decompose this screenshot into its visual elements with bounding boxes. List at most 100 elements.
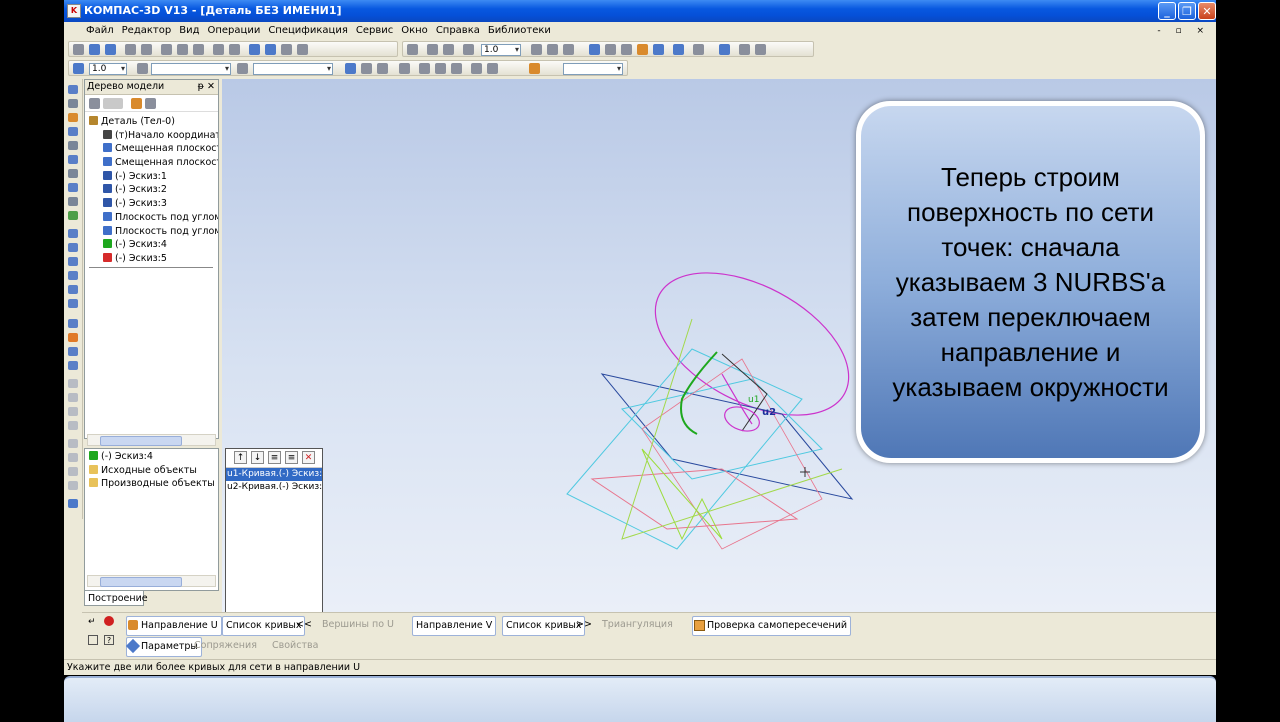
manager-icon[interactable] xyxy=(249,44,260,55)
patch-icon[interactable] xyxy=(68,347,78,356)
rotate-icon[interactable] xyxy=(547,44,558,55)
layer-field[interactable] xyxy=(253,63,333,75)
help-pointer-icon[interactable] xyxy=(297,44,308,55)
sheet-icon[interactable] xyxy=(68,467,78,476)
join-icon[interactable] xyxy=(68,453,78,462)
grid-icon[interactable] xyxy=(399,63,410,74)
tree-item[interactable]: Плоскость под углом xyxy=(85,211,218,225)
hidden-lines-icon[interactable] xyxy=(605,44,616,55)
ruled-icon[interactable] xyxy=(68,439,78,448)
sketch-objects-scroll-thumb[interactable] xyxy=(100,577,182,587)
tree-item[interactable]: (-) Эскиз:2 xyxy=(85,183,218,197)
list-alt-button[interactable]: ≡ xyxy=(285,451,298,464)
paste-icon[interactable] xyxy=(193,44,204,55)
self-intersection-check[interactable]: Проверка самопересечений xyxy=(692,616,852,636)
tree-item[interactable]: Смещенная плоскость xyxy=(85,156,218,170)
perspective-icon[interactable] xyxy=(673,44,684,55)
surface-network-active-icon[interactable] xyxy=(68,333,78,342)
library-icon[interactable] xyxy=(265,44,276,55)
snap-grid-icon[interactable] xyxy=(73,63,84,74)
mates-tab[interactable]: Сопряжения xyxy=(194,637,257,655)
line-icon[interactable] xyxy=(68,99,78,108)
tree-order-icon[interactable] xyxy=(145,98,156,109)
measure-icon[interactable] xyxy=(719,44,730,55)
more-tools-icon[interactable] xyxy=(68,499,78,508)
stitch-icon[interactable] xyxy=(68,361,78,370)
curve-list-v-tab[interactable]: Список кривых xyxy=(502,616,586,636)
variables-icon[interactable] xyxy=(281,44,292,55)
menu-help[interactable]: Справка xyxy=(432,22,484,40)
arc-icon[interactable] xyxy=(68,197,78,206)
open-document-icon[interactable] xyxy=(89,44,100,55)
zoom-in-icon[interactable] xyxy=(427,44,438,55)
list-icon-button[interactable]: ≡ xyxy=(268,451,281,464)
edit-icon[interactable] xyxy=(68,113,78,122)
menu-specification[interactable]: Спецификация xyxy=(264,22,352,40)
model-tree-pin-icon[interactable]: ᵽ xyxy=(198,80,204,94)
point-icon[interactable] xyxy=(68,85,78,94)
triangulation-tab[interactable]: Триангуляция xyxy=(602,616,673,634)
filter-icon[interactable] xyxy=(693,44,704,55)
close-button[interactable]: ✕ xyxy=(1198,2,1216,20)
tree-item[interactable]: Плоскость под углом xyxy=(85,225,218,239)
align-icon[interactable] xyxy=(471,63,482,74)
restore-icon[interactable] xyxy=(68,421,78,430)
mode-field[interactable] xyxy=(563,63,623,75)
coordinates-field[interactable] xyxy=(151,63,231,75)
menu-view[interactable]: Вид xyxy=(175,22,203,40)
panel-pin-icon[interactable] xyxy=(88,635,98,645)
section-icon[interactable] xyxy=(739,44,750,55)
extend-icon[interactable] xyxy=(68,393,78,402)
helix-icon[interactable] xyxy=(68,155,78,164)
minimize-button[interactable]: _ xyxy=(1158,2,1176,20)
expand-v-button[interactable]: >> xyxy=(576,616,592,634)
delete-curve-button[interactable]: ✕ xyxy=(302,451,315,464)
tree-item[interactable]: (-) Эскиз:4 xyxy=(85,238,218,252)
stop-icon[interactable] xyxy=(104,616,114,626)
zoom-scale-combo[interactable]: 1.0 xyxy=(481,44,521,56)
xz-plane[interactable] xyxy=(621,318,843,540)
active-mode-icon[interactable] xyxy=(529,63,540,74)
curve-icon[interactable] xyxy=(68,211,78,220)
menu-edit[interactable]: Редактор xyxy=(118,22,176,40)
menu-operations[interactable]: Операции xyxy=(203,22,264,40)
zoom-window-icon[interactable] xyxy=(407,44,418,55)
nurbs-curve-1[interactable] xyxy=(680,351,718,435)
tree-item[interactable]: Исходные объекты xyxy=(85,464,218,478)
curve-row-u1[interactable]: u1-Кривая.(-) Эскиз:4 xyxy=(226,468,322,481)
shaded-edges-icon[interactable] xyxy=(653,44,664,55)
tree-item[interactable]: (-) Эскиз:1 xyxy=(85,170,218,184)
save-icon[interactable] xyxy=(105,44,116,55)
trim-icon[interactable] xyxy=(68,379,78,388)
orientation-icon[interactable] xyxy=(563,44,574,55)
spline-icon[interactable] xyxy=(68,141,78,150)
menu-service[interactable]: Сервис xyxy=(352,22,397,40)
sketch-objects-scrollbar[interactable] xyxy=(87,575,216,587)
local-cs-icon[interactable] xyxy=(419,63,430,74)
array-icon[interactable] xyxy=(68,127,78,136)
wireframe-icon[interactable] xyxy=(589,44,600,55)
sketch-mode-icon[interactable] xyxy=(345,63,356,74)
direction-u-tab[interactable]: Направление U xyxy=(126,616,222,636)
direction-v-tab[interactable]: Направление V xyxy=(412,616,497,636)
thin-lines-icon[interactable] xyxy=(621,44,632,55)
yz-plane[interactable] xyxy=(641,448,723,541)
orthogonal-icon[interactable] xyxy=(377,63,388,74)
vertex-u-tab[interactable]: Вершины по U xyxy=(322,616,394,634)
model-tree-scroll-thumb[interactable] xyxy=(100,436,182,446)
copy-icon[interactable] xyxy=(177,44,188,55)
help-icon[interactable]: ? xyxy=(104,635,114,645)
layer-icon[interactable] xyxy=(237,63,248,74)
new-document-icon[interactable] xyxy=(73,44,84,55)
shaded-icon[interactable] xyxy=(637,44,648,55)
build-tab[interactable]: Построение xyxy=(84,590,148,606)
curve-list-u-tab[interactable]: Список кривых xyxy=(222,616,306,636)
surface-rotate-icon[interactable] xyxy=(68,243,78,252)
tree-structure-icon[interactable] xyxy=(103,98,123,109)
surface-network-icon[interactable] xyxy=(68,319,78,328)
blend-icon[interactable] xyxy=(68,481,78,490)
small-circle-curve[interactable] xyxy=(721,403,762,436)
parametric-icon[interactable] xyxy=(451,63,462,74)
bend-icon[interactable] xyxy=(68,183,78,192)
attach-icon[interactable] xyxy=(487,63,498,74)
